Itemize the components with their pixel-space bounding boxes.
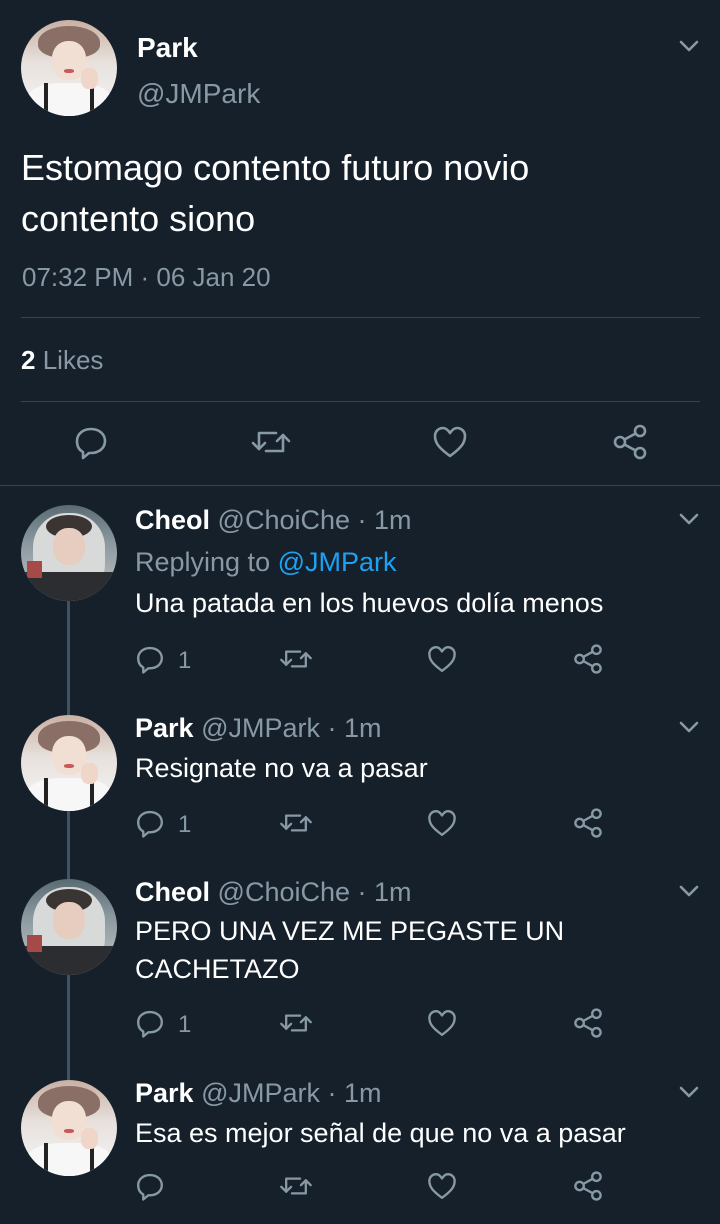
- main-tweet: Park @JMPark Estomago contento futuro no…: [0, 0, 720, 487]
- reply-avatar[interactable]: [21, 1080, 117, 1176]
- reply-text: PERO UNA VEZ ME PEGASTE UN CACHETAZO: [135, 912, 695, 988]
- retweet-icon[interactable]: [278, 1007, 314, 1039]
- retweet-icon[interactable]: [278, 643, 314, 675]
- reply-text-line: Resignate no va a pasar: [135, 753, 428, 783]
- reply-avatar[interactable]: [21, 505, 117, 601]
- reply-text-line: CACHETAZO: [135, 954, 300, 984]
- reply-text-line: Esa es mejor señal de que no va a pasar: [135, 1118, 626, 1148]
- reply-text-line: Una patada en los huevos dolía menos: [135, 588, 604, 618]
- reply-tweet[interactable]: Park @JMPark · 1m Esa es mejor señal de …: [0, 1064, 720, 1224]
- share-icon[interactable]: [611, 423, 649, 461]
- thread-line: [67, 1064, 70, 1080]
- reply-avatar[interactable]: [21, 879, 117, 975]
- reply-author-handle[interactable]: @ChoiChe · 1m: [218, 505, 412, 535]
- chevron-down-icon[interactable]: [676, 36, 702, 56]
- reply-header: Cheol @ChoiChe · 1m: [135, 877, 412, 908]
- replying-to: Replying to @JMPark: [135, 547, 397, 578]
- like-icon[interactable]: [426, 1007, 458, 1039]
- retweet-icon[interactable]: [249, 423, 293, 461]
- reply-author-name[interactable]: Cheol: [135, 505, 210, 535]
- chevron-down-icon[interactable]: [676, 1082, 702, 1102]
- reply-header: Park @JMPark · 1m: [135, 1078, 382, 1109]
- reply-icon[interactable]: [134, 1007, 166, 1039]
- share-icon[interactable]: [572, 643, 604, 675]
- chevron-down-icon[interactable]: [676, 509, 702, 529]
- reply-author-name[interactable]: Park: [135, 713, 194, 743]
- likes-count[interactable]: 2 Likes: [21, 345, 103, 376]
- share-icon[interactable]: [572, 1007, 604, 1039]
- reply-text: Resignate no va a pasar: [135, 749, 695, 787]
- reply-avatar[interactable]: [21, 715, 117, 811]
- reply-header: Cheol @ChoiChe · 1m: [135, 505, 412, 536]
- like-icon[interactable]: [431, 423, 469, 461]
- reply-tweet[interactable]: Park @JMPark · 1m Resignate no va a pasa…: [0, 697, 720, 863]
- reply-author-handle[interactable]: @JMPark · 1m: [201, 1078, 381, 1108]
- thread-line: [67, 975, 70, 1064]
- section-separator: [0, 485, 720, 486]
- like-icon[interactable]: [426, 1170, 458, 1202]
- reply-tweet[interactable]: Cheol @ChoiChe · 1m Replying to @JMPark …: [0, 487, 720, 697]
- author-name[interactable]: Park: [137, 32, 198, 64]
- replying-to-link[interactable]: @JMPark: [278, 547, 397, 577]
- reply-icon[interactable]: [134, 807, 166, 839]
- retweet-icon[interactable]: [278, 1170, 314, 1202]
- reply-author-handle[interactable]: @ChoiChe · 1m: [218, 877, 412, 907]
- reply-author-handle[interactable]: @JMPark · 1m: [201, 713, 381, 743]
- reply-text: Una patada en los huevos dolía menos: [135, 584, 695, 622]
- reply-count: 1: [178, 811, 192, 838]
- likes-number: 2: [21, 345, 36, 375]
- chevron-down-icon[interactable]: [676, 881, 702, 901]
- reply-icon[interactable]: [72, 423, 110, 461]
- like-icon[interactable]: [426, 807, 458, 839]
- reply-text-line: PERO UNA VEZ ME PEGASTE UN: [135, 916, 565, 946]
- likes-label: Likes: [42, 345, 104, 375]
- thread-line: [67, 809, 70, 863]
- reply-author-name[interactable]: Park: [135, 1078, 194, 1108]
- thread-line: [67, 697, 70, 715]
- reply-icon[interactable]: [134, 643, 166, 675]
- replying-to-label: Replying to: [135, 547, 271, 577]
- thread-line: [67, 863, 70, 879]
- chevron-down-icon[interactable]: [676, 717, 702, 737]
- author-avatar[interactable]: [21, 20, 117, 116]
- reply-tweet[interactable]: Cheol @ChoiChe · 1m PERO UNA VEZ ME PEGA…: [0, 863, 720, 1064]
- reply-author-name[interactable]: Cheol: [135, 877, 210, 907]
- tweet-timestamp[interactable]: 07:32 PM · 06 Jan 20: [22, 262, 271, 293]
- reply-text: Esa es mejor señal de que no va a pasar: [135, 1114, 695, 1152]
- reply-count: 1: [178, 647, 192, 674]
- author-handle[interactable]: @JMPark: [137, 78, 260, 110]
- tweet-text-line: Estomago contento futuro novio: [21, 147, 530, 188]
- tweet-text: Estomago contento futuro novio contento …: [21, 142, 681, 244]
- like-icon[interactable]: [426, 643, 458, 675]
- divider: [21, 317, 700, 318]
- share-icon[interactable]: [572, 1170, 604, 1202]
- retweet-icon[interactable]: [278, 807, 314, 839]
- tweet-text-line: contento siono: [21, 198, 256, 239]
- divider: [21, 401, 700, 402]
- reply-icon[interactable]: [134, 1170, 166, 1202]
- reply-header: Park @JMPark · 1m: [135, 713, 382, 744]
- reply-count: 1: [178, 1011, 192, 1038]
- share-icon[interactable]: [572, 807, 604, 839]
- thread-line: [67, 599, 70, 697]
